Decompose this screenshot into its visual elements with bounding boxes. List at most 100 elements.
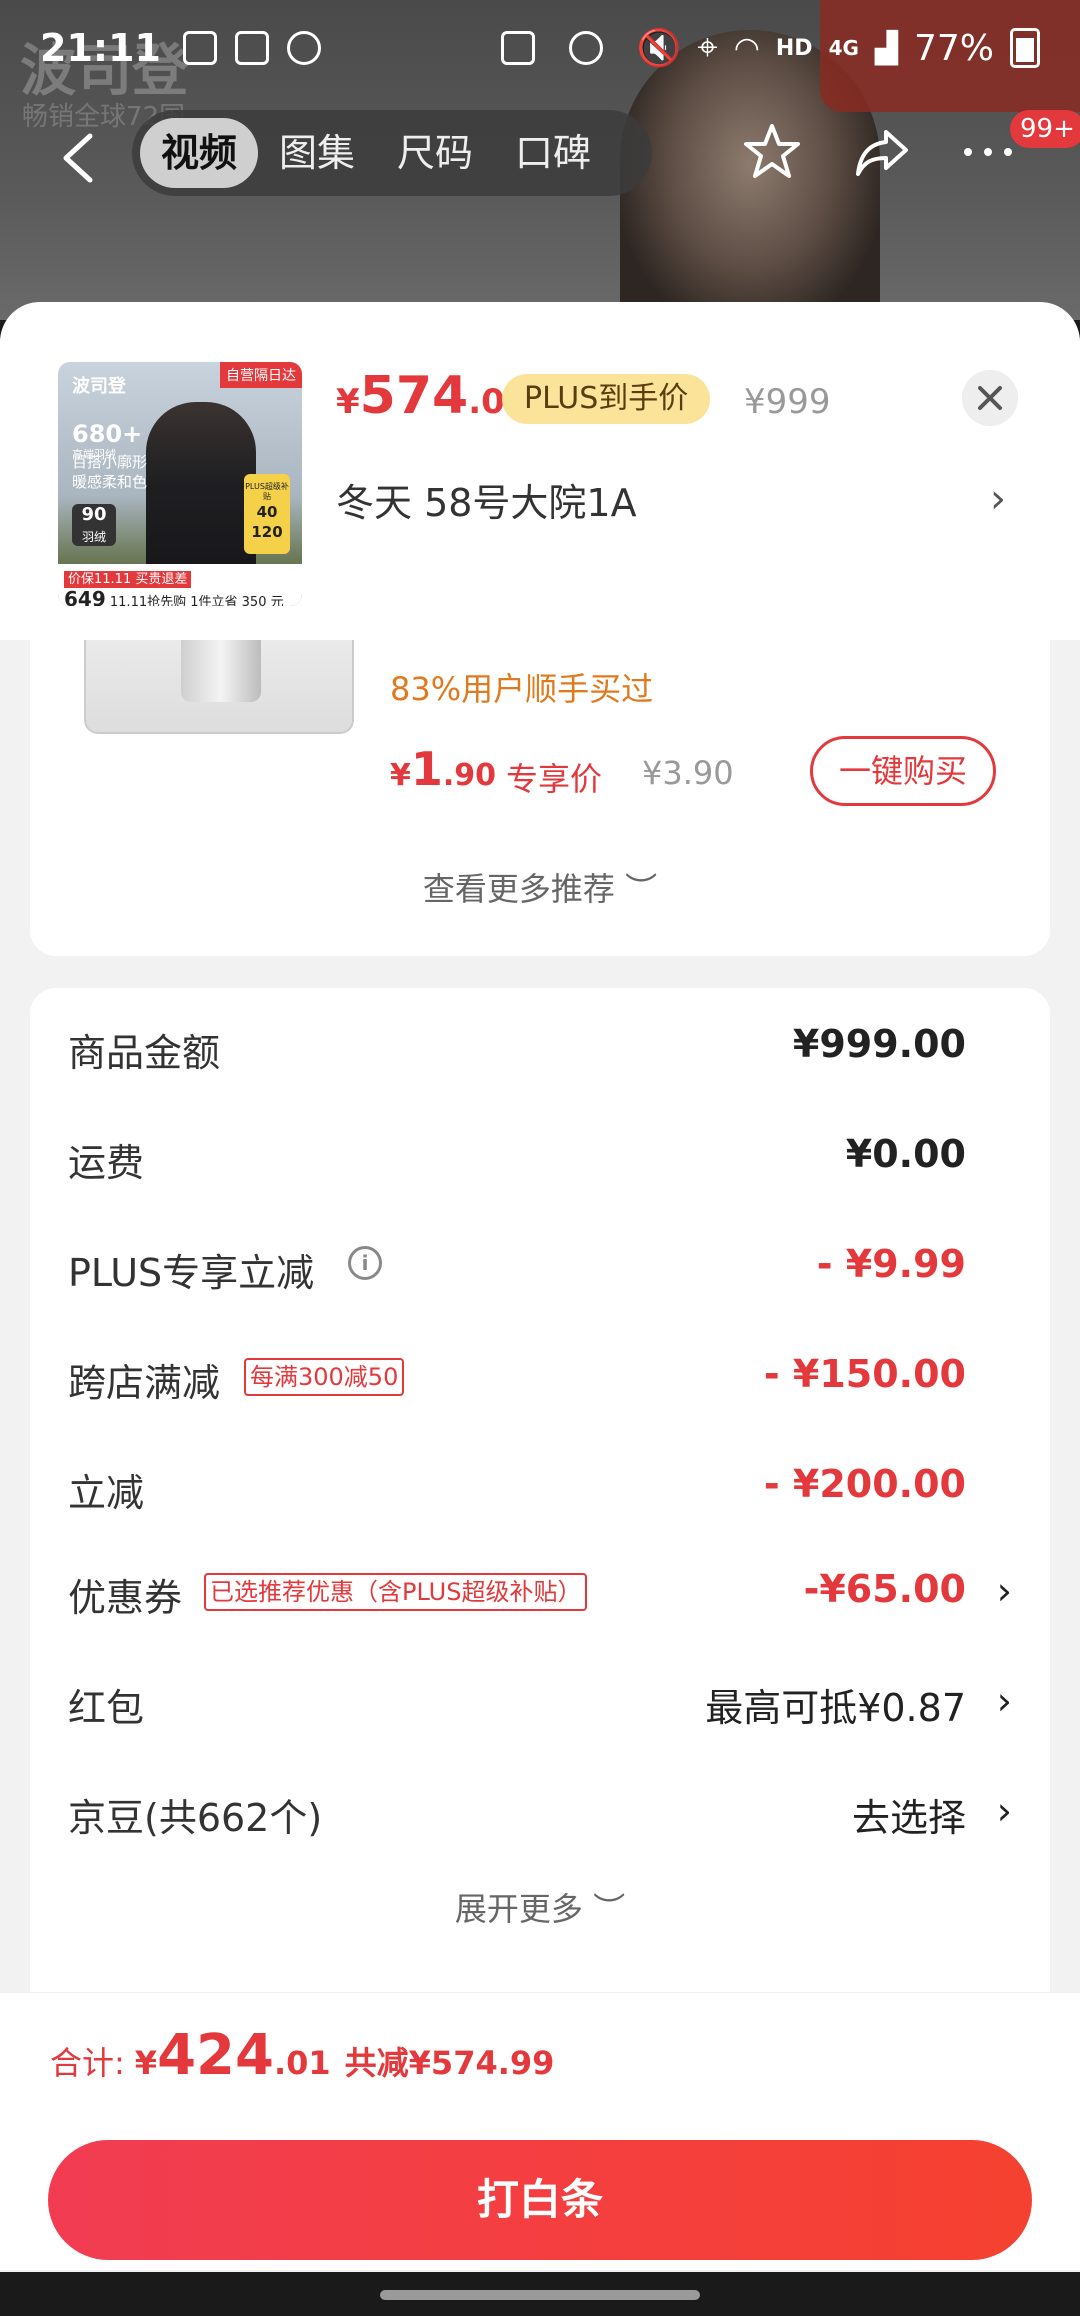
media-tabs: 视频 图集 尺码 口碑 (132, 110, 652, 196)
row-instant-discount: 立减 - ¥200.00 (30, 1428, 1050, 1538)
shopping-bag-icon (234, 31, 269, 65)
product-image-line2: 暖感柔和色 (72, 473, 148, 491)
recommend-exclusive-label: 专享价 (506, 760, 603, 798)
recommend-price-int: 1 (410, 742, 443, 796)
wifi-icon: ◠ (733, 30, 760, 66)
recommend-price-symbol: ¥ (390, 758, 411, 793)
product-thumbnail[interactable]: 自营隔日达 波司登 680+ 高端羽绒 百搭小廓形 暖感柔和色 90 羽绒 PL… (58, 362, 302, 606)
product-image-price-label: 价保11.11 买贵退差 (64, 571, 192, 588)
total-saved: 共减¥574.99 (344, 2044, 555, 2082)
discount-rule-tag: 每满300减50 (244, 1358, 405, 1396)
product-image-side-label: PLUS超级补贴 (245, 482, 289, 501)
product-image-badge: 90 羽绒 (72, 504, 116, 546)
row-label: 运费 (68, 1141, 145, 1185)
product-image-line1: 百搭小廓形 (72, 453, 148, 471)
chevron-right-icon[interactable]: › (997, 1679, 1012, 1723)
row-label: 跨店满减 (68, 1361, 221, 1405)
row-value: ¥0.00 (845, 1132, 966, 1176)
home-indicator[interactable] (380, 2290, 700, 2300)
chevron-right-icon[interactable]: › (997, 1569, 1012, 1613)
row-goods-amount: 商品金额 ¥999.00 (30, 988, 1050, 1098)
row-value: -¥65.00 (803, 1567, 966, 1611)
spec-chevron-right-icon[interactable]: › (990, 476, 1006, 522)
product-image-footer: 价保11.11 买贵退差 649 11.11抢先购 1件立省 350 元 (58, 564, 302, 606)
one-click-buy-button[interactable]: 一键购买 (810, 736, 996, 806)
product-image-promo: 11.11抢先购 (109, 595, 187, 606)
mute-icon: 🔇 (636, 28, 682, 69)
sync-icon (286, 31, 321, 65)
row-cross-store-discount: 跨店满减 每满300减50 - ¥150.00 (30, 1318, 1050, 1428)
top-nav: 视频 图集 尺码 口碑 99+ (0, 110, 1080, 210)
expand-more-link[interactable]: 展开更多 ︶ (30, 1884, 1050, 1930)
coupon-selected-tag: 已选推荐优惠（含PLUS超级补贴） (204, 1573, 588, 1611)
product-original-price: ¥999 (744, 382, 831, 422)
share-icon[interactable] (850, 120, 914, 184)
total-bar: 合计: ¥ 424 .01 共减¥574.99 (0, 1992, 1080, 2126)
info-icon[interactable]: i (348, 1246, 382, 1280)
row-label: 优惠券 (68, 1576, 183, 1620)
product-image-badge-num: 90 (81, 504, 107, 525)
star-icon[interactable] (740, 120, 804, 184)
product-price-int: 574 (359, 366, 469, 426)
product-image-badge-sub: 羽绒 (81, 530, 106, 544)
row-coupon[interactable]: 优惠券 已选推荐优惠（含PLUS超级补贴） -¥65.00 › (30, 1533, 1050, 1643)
back-arrow-icon[interactable] (52, 128, 112, 188)
total-dec: .01 (273, 2044, 331, 2082)
tab-size[interactable]: 尺码 (376, 118, 494, 188)
status-bar: 21:11 🔇 ⌖ ◠ HD 4G ▟ 77% (0, 0, 1080, 96)
product-image-tag: 自营隔日达 (220, 362, 302, 388)
row-plus-discount: PLUS专享立减 i - ¥9.99 (30, 1208, 1050, 1318)
message-badge: 99+ (1010, 110, 1080, 148)
row-red-packet[interactable]: 红包 最高可抵¥0.87 › (30, 1643, 1050, 1753)
total-symbol: ¥ (134, 2044, 158, 2082)
chevron-right-icon[interactable]: › (997, 1789, 1012, 1833)
tab-video[interactable]: 视频 (140, 118, 259, 188)
hd-label: HD (775, 35, 813, 61)
product-image-side2: 120 (251, 523, 283, 541)
signal-icon: ▟ (874, 30, 898, 66)
product-image-price: 649 (64, 587, 106, 606)
baitiao-pay-button[interactable]: 打白条 (48, 2140, 1032, 2260)
product-image-side1: 40 (256, 503, 278, 521)
tab-reviews[interactable]: 口碑 (494, 118, 612, 188)
alarm-icon (568, 31, 603, 65)
checkout-sheet: 自营隔日达 波司登 680+ 高端羽绒 百搭小廓形 暖感柔和色 90 羽绒 PL… (0, 302, 1080, 2272)
product-image-save: 1件立省 350 元 (190, 595, 284, 606)
product-image-side: PLUS超级补贴 40 120 (244, 474, 290, 554)
row-jd-beans[interactable]: 京豆(共662个) 去选择 › (30, 1753, 1050, 1863)
network-label: 4G (828, 36, 859, 60)
close-icon[interactable] (962, 370, 1018, 426)
product-price: ¥ 574 .01 (336, 366, 528, 426)
recommend-sold-text: 83%用户顺手买过 (390, 670, 654, 708)
gallery-icon (182, 31, 217, 65)
pay-button-bar: 打白条 (0, 2126, 1080, 2270)
recommend-price: ¥ 1 .90 (390, 742, 496, 796)
product-image-brand: 波司登 (72, 376, 126, 397)
view-more-recommendations[interactable]: 查看更多推荐 ︶ (30, 864, 1050, 910)
product-spec-selector[interactable]: 冬天 58号大院1A (336, 472, 637, 527)
total-label: 合计: (50, 2044, 125, 2082)
recommend-price-dec: .90 (442, 758, 497, 793)
product-image-slogan: 百搭小廓形 暖感柔和色 (72, 452, 147, 492)
battery-percent: 77% (913, 27, 994, 69)
row-value: ¥999.00 (792, 1022, 966, 1066)
total-int: 424 (157, 2023, 274, 2088)
row-value: 最高可抵¥0.87 (705, 1686, 966, 1730)
product-image-count: 680+ (72, 420, 143, 448)
row-shipping: 运费 ¥0.00 (30, 1098, 1050, 1208)
product-price-symbol: ¥ (336, 382, 360, 422)
product-header: 自营隔日达 波司登 680+ 高端羽绒 百搭小廓形 暖感柔和色 90 羽绒 PL… (0, 302, 1080, 640)
recommend-original-price: ¥3.90 (642, 754, 734, 792)
battery-icon (1010, 28, 1040, 68)
total-amount: 合计: ¥ 424 .01 共减¥574.99 (50, 2023, 554, 2088)
recommend-card: 83%用户顺手买过 ¥ 1 .90 专享价 ¥3.90 一键购买 查看更多推荐 … (30, 602, 1050, 956)
row-value: - ¥150.00 (763, 1352, 966, 1396)
row-label: 立减 (68, 1471, 145, 1515)
row-label: 商品金额 (68, 1031, 221, 1075)
tab-gallery[interactable]: 图集 (258, 118, 376, 188)
battery-saver-icon (500, 31, 535, 65)
row-label: 红包 (68, 1686, 145, 1730)
row-value: - ¥200.00 (763, 1462, 966, 1506)
location-icon: ⌖ (697, 27, 718, 68)
price-details-card: 商品金额 ¥999.00 运费 ¥0.00 PLUS专享立减 i - ¥9.99… (30, 988, 1050, 2048)
